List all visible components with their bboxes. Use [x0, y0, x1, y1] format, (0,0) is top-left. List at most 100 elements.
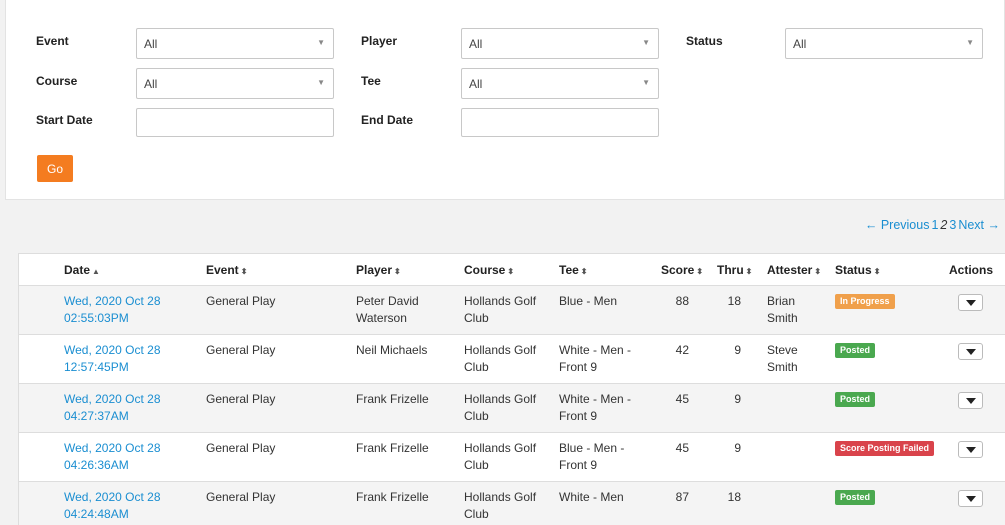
- start-date-label: Start Date: [36, 113, 93, 127]
- tee-cell: Blue - Men - Front 9: [559, 441, 625, 472]
- course-filter-label: Course: [36, 74, 78, 88]
- thru-cell: 18: [727, 294, 741, 308]
- player-select[interactable]: All ▼: [461, 28, 659, 59]
- status-filter-label: Status: [686, 34, 723, 48]
- sort-icon: ⬍: [873, 267, 881, 276]
- thru-cell: 18: [727, 490, 741, 504]
- chevron-down-icon: ▼: [317, 78, 325, 87]
- player-filter-label: Player: [361, 34, 398, 48]
- column-header-tee[interactable]: Tee ⬍: [559, 263, 588, 277]
- attester-cell: Steve Smith: [767, 343, 798, 374]
- event-cell: General Play: [206, 441, 276, 455]
- tee-cell: White - Men - Front 9: [559, 392, 632, 423]
- column-header-actions: Actions: [949, 263, 994, 277]
- end-date-input[interactable]: [461, 108, 659, 137]
- course-cell: Hollands Golf Club: [464, 294, 537, 325]
- sort-icon: ⬍: [814, 267, 822, 276]
- column-header-label: Status: [835, 263, 872, 277]
- chevron-down-icon: ▼: [642, 38, 650, 47]
- thru-cell: 9: [734, 392, 741, 406]
- next-page-link[interactable]: Next →: [958, 218, 1000, 232]
- date-cell[interactable]: Wed, 2020 Oct 28 12:57:45PM: [64, 342, 161, 376]
- date-link[interactable]: Wed, 2020 Oct 28 04:24:48AM: [64, 490, 161, 521]
- date-cell[interactable]: Wed, 2020 Oct 28 04:26:36AM: [64, 440, 161, 474]
- caret-down-icon: [966, 496, 976, 502]
- row-actions-button[interactable]: [958, 343, 983, 360]
- column-header-label: Score: [661, 263, 695, 277]
- score-cell: 45: [675, 392, 689, 406]
- course-select-value: All: [144, 77, 158, 91]
- table-row: Wed, 2020 Oct 28 04:26:36AM General Play …: [19, 433, 1005, 482]
- date-link[interactable]: Wed, 2020 Oct 28 12:57:45PM: [64, 343, 161, 374]
- table-row: Wed, 2020 Oct 28 02:55:03PM General Play …: [19, 286, 1005, 335]
- caret-down-icon: [966, 398, 976, 404]
- column-header-course[interactable]: Course ⬍: [464, 263, 514, 277]
- pagination: ← Previous 1 2 3 Next →: [863, 218, 1000, 232]
- thru-cell: 9: [734, 441, 741, 455]
- sort-icon: ⬍: [580, 267, 588, 276]
- column-header-score[interactable]: Score ⬍: [661, 263, 703, 277]
- tee-cell: Blue - Men: [559, 294, 618, 308]
- date-link[interactable]: Wed, 2020 Oct 28 04:26:36AM: [64, 441, 161, 472]
- column-header-player[interactable]: Player ⬍: [356, 263, 401, 277]
- row-actions-button[interactable]: [958, 490, 983, 507]
- status-badge: In Progress: [835, 294, 895, 309]
- row-actions-button[interactable]: [958, 392, 983, 409]
- tee-select[interactable]: All ▼: [461, 68, 659, 99]
- player-select-value: All: [469, 37, 483, 51]
- chevron-down-icon: ▼: [642, 78, 650, 87]
- column-header-label: Thru: [717, 263, 744, 277]
- course-cell: Hollands Golf Club: [464, 441, 537, 472]
- sort-ascending-icon: ▲: [92, 267, 100, 276]
- event-select[interactable]: All ▼: [136, 28, 334, 59]
- column-header-label: Attester: [767, 263, 813, 277]
- event-select-value: All: [144, 37, 158, 51]
- page-link-3[interactable]: 3: [949, 218, 956, 232]
- sort-icon: ⬍: [507, 267, 515, 276]
- tee-cell: White - Men - Front 9: [559, 343, 632, 374]
- column-header-thru[interactable]: Thru ⬍: [717, 263, 752, 277]
- column-header-event[interactable]: Event ⬍: [206, 263, 247, 277]
- caret-down-icon: [966, 349, 976, 355]
- player-cell: Neil Michaels: [356, 343, 428, 357]
- end-date-label: End Date: [361, 113, 414, 127]
- date-link[interactable]: Wed, 2020 Oct 28 02:55:03PM: [64, 294, 161, 325]
- filter-panel: Event All ▼ Player All ▼ Status All ▼ Co…: [5, 0, 1005, 200]
- caret-down-icon: [966, 300, 976, 306]
- column-header-status[interactable]: Status ⬍: [835, 263, 880, 277]
- row-actions-button[interactable]: [958, 441, 983, 458]
- go-button[interactable]: Go: [37, 155, 73, 182]
- start-date-input[interactable]: [136, 108, 334, 137]
- status-badge: Score Posting Failed: [835, 441, 935, 456]
- status-badge: Posted: [835, 343, 876, 358]
- course-select[interactable]: All ▼: [136, 68, 334, 99]
- player-cell: Frank Frizelle: [356, 392, 429, 406]
- event-cell: General Play: [206, 490, 276, 504]
- table-row: Wed, 2020 Oct 28 04:27:37AM General Play …: [19, 384, 1005, 433]
- player-cell: Peter David Waterson: [356, 294, 419, 325]
- sort-icon: ⬍: [745, 267, 753, 276]
- chevron-down-icon: ▼: [966, 38, 974, 47]
- event-cell: General Play: [206, 392, 276, 406]
- tee-filter-label: Tee: [361, 74, 381, 88]
- scores-table: Date ▲ Event ⬍ Player ⬍ Course ⬍ Tee ⬍ Score ⬍…: [18, 253, 1005, 525]
- sort-icon: ⬍: [394, 267, 401, 276]
- course-cell: Hollands Golf Club: [464, 343, 537, 374]
- score-cell: 42: [675, 343, 689, 357]
- table-header: Date ▲ Event ⬍ Player ⬍ Course ⬍ Tee ⬍ Score ⬍…: [19, 254, 1005, 286]
- column-header-label: Date: [64, 263, 91, 277]
- tee-select-value: All: [469, 77, 483, 91]
- page-link-1[interactable]: 1: [931, 218, 938, 232]
- date-cell[interactable]: Wed, 2020 Oct 28 04:24:48AM: [64, 489, 161, 523]
- status-select[interactable]: All ▼: [785, 28, 983, 59]
- row-actions-button[interactable]: [958, 294, 983, 311]
- event-cell: General Play: [206, 294, 276, 308]
- player-cell: Frank Frizelle: [356, 490, 429, 504]
- date-link[interactable]: Wed, 2020 Oct 28 04:27:37AM: [64, 392, 161, 423]
- column-header-attester[interactable]: Attester ⬍: [767, 263, 821, 277]
- date-cell[interactable]: Wed, 2020 Oct 28 04:27:37AM: [64, 391, 161, 425]
- column-header-date[interactable]: Date ▲: [64, 263, 100, 277]
- date-cell[interactable]: Wed, 2020 Oct 28 02:55:03PM: [64, 293, 161, 327]
- sort-icon: ⬍: [240, 267, 248, 276]
- previous-page-link[interactable]: ← Previous: [865, 218, 930, 232]
